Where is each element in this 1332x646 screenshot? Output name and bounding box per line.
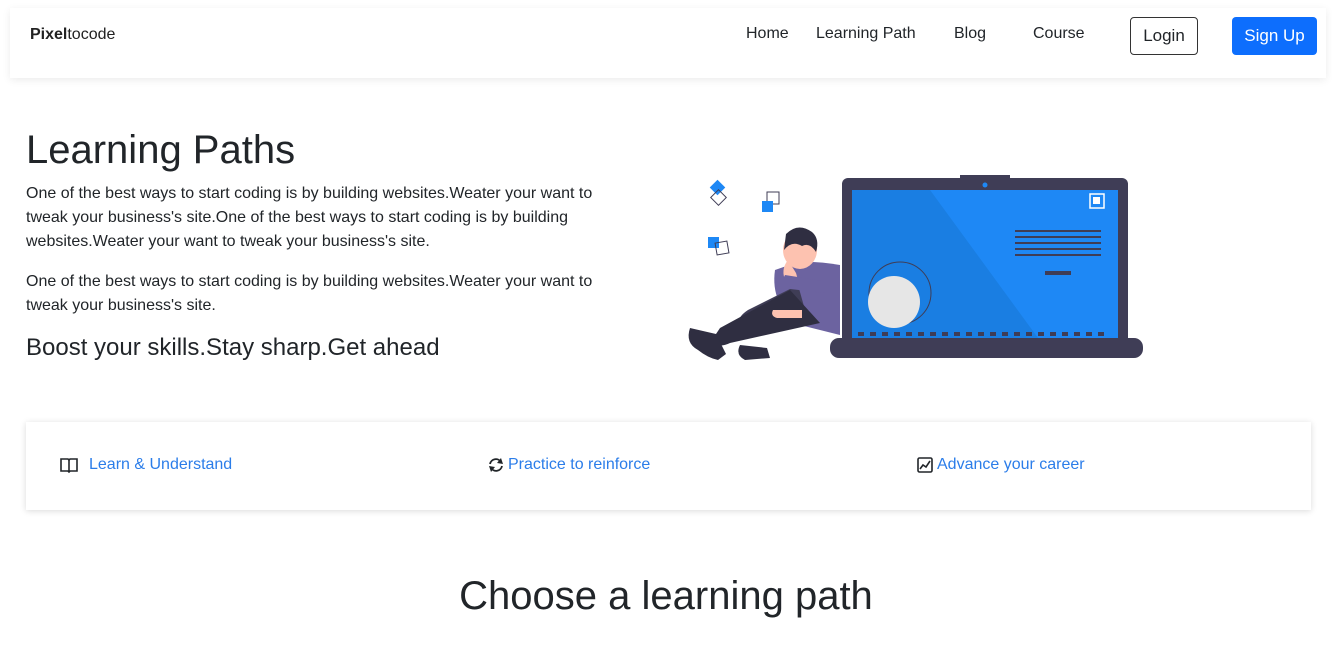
- book-icon: [60, 458, 78, 474]
- hero-title: Learning Paths: [26, 128, 296, 172]
- laptop-drawing: [830, 175, 1143, 358]
- sign-up-button[interactable]: Sign Up: [1232, 17, 1317, 55]
- chart-icon: [917, 457, 933, 473]
- brand-bold-text: Pixel: [30, 26, 68, 43]
- hero-subtitle: Boost your skills.Stay sharp.Get ahead: [26, 334, 440, 361]
- feature-learn-understand[interactable]: Learn & Understand: [59, 455, 232, 475]
- hero-paragraph-1: One of the best ways to start coding is …: [26, 185, 593, 250]
- floating-squares-decoration: [708, 179, 780, 256]
- nav-link-learning-path[interactable]: Learning Path: [816, 25, 916, 43]
- choose-path-heading: Choose a learning path: [459, 574, 873, 618]
- brand-rest-text: tocode: [67, 26, 116, 43]
- feature-label: Learn & Understand: [89, 456, 233, 473]
- hero-paragraph-2: One of the best ways to start coding is …: [26, 273, 593, 314]
- login-button[interactable]: Login: [1130, 17, 1198, 55]
- feature-advance-career[interactable]: Advance your career: [915, 455, 1085, 475]
- nav-link-blog[interactable]: Blog: [954, 25, 986, 43]
- feature-label: Practice to reinforce: [508, 456, 651, 473]
- feature-practice-reinforce[interactable]: Practice to reinforce: [486, 455, 650, 475]
- top-navbar: Pixeltocode Home Learning Path Blog Cour…: [10, 8, 1326, 78]
- brand-logo[interactable]: Pixeltocode: [30, 26, 115, 44]
- feature-label: Advance your career: [937, 456, 1085, 473]
- hero-illustration: [688, 175, 1143, 360]
- nav-link-course[interactable]: Course: [1033, 25, 1085, 43]
- nav-link-home[interactable]: Home: [746, 25, 789, 43]
- features-bar: Learn & Understand Practice to reinforce…: [26, 422, 1311, 510]
- refresh-icon: [489, 458, 503, 472]
